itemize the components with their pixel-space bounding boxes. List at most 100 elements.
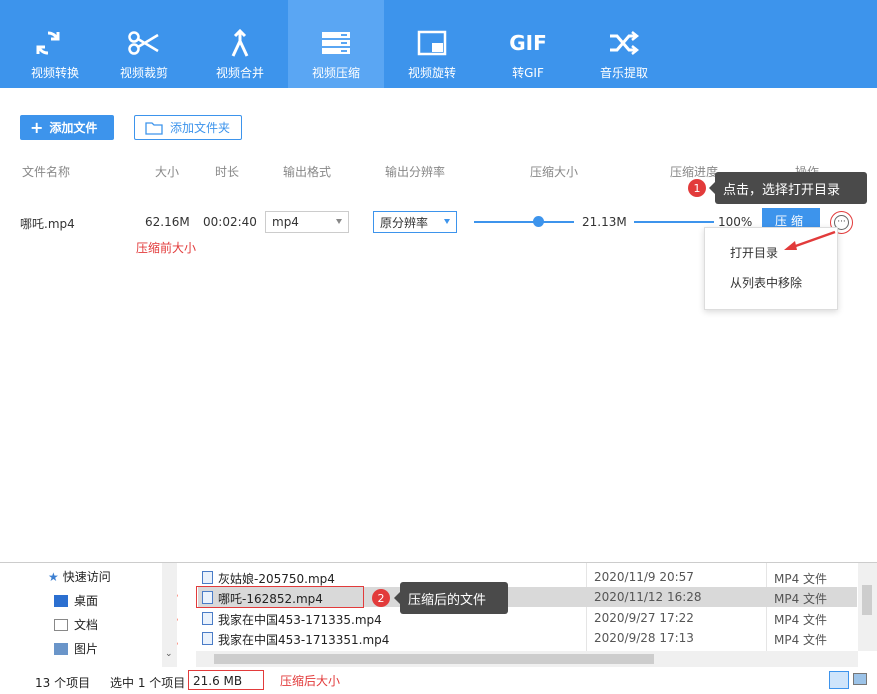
tool-label: 转GIF <box>512 66 544 80</box>
nav-desktop[interactable]: 桌面 <box>54 592 98 609</box>
tool-music-extract[interactable]: 音乐提取 <box>576 0 672 88</box>
tool-label: 视频压缩 <box>311 66 360 80</box>
header-size: 大小 <box>155 165 180 179</box>
step1-text: 点击，选择打开目录 <box>723 182 841 198</box>
video-file-icon <box>202 632 213 645</box>
nav-label: 图片 <box>74 642 99 656</box>
menu-item-open-directory[interactable]: 打开目录 <box>730 244 778 261</box>
large-icons-view-icon[interactable] <box>853 673 867 685</box>
tool-video-compress[interactable]: 视频压缩 <box>288 0 384 88</box>
tool-video-convert[interactable]: 视频转换 <box>0 0 96 88</box>
format-select[interactable]: mp4 <box>265 211 349 233</box>
tool-video-rotate[interactable]: 视频旋转 <box>384 0 480 88</box>
highlight-box <box>196 586 364 608</box>
tool-label: 视频旋转 <box>407 66 456 80</box>
tool-label: 视频转换 <box>30 66 79 80</box>
main-toolbar: 视频转换 视频裁剪 视频合并 视频压缩 视频旋转 GIF 转GIF 音乐提取 <box>0 0 877 88</box>
file-date: 2020/9/28 17:13 <box>594 631 694 645</box>
header-format: 输出格式 <box>283 165 332 179</box>
step-badge-1: 1 <box>688 179 706 197</box>
plus-icon: + <box>30 117 44 137</box>
nav-label: 快速访问 <box>62 570 111 584</box>
step-badge-2: 2 <box>372 589 390 607</box>
add-folder-label: 添加文件夹 <box>170 121 231 135</box>
tool-label: 音乐提取 <box>599 66 648 80</box>
selected-size: 21.6 MB <box>193 674 243 688</box>
file-date: 2020/11/9 20:57 <box>594 570 694 584</box>
star-icon: ★ <box>48 569 59 584</box>
add-file-label: 添加文件 <box>49 121 98 135</box>
nav-scrollbar[interactable]: ⌄ <box>162 563 177 667</box>
nav-label: 桌面 <box>74 594 99 608</box>
file-date: 2020/11/12 16:28 <box>594 590 702 604</box>
file-row[interactable]: 我家在中国453-1713351.mp4 2020/9/28 17:13 MP4… <box>198 628 857 648</box>
compression-slider-handle[interactable] <box>533 216 544 227</box>
file-name: 哪吒.mp4 <box>20 217 75 231</box>
selected-count: 选中 1 个项目 <box>110 676 186 690</box>
format-value: mp4 <box>272 215 299 229</box>
red-arrow-annotation <box>784 230 836 250</box>
resolution-value: 原分辨率 <box>380 215 429 230</box>
tool-video-crop[interactable]: 视频裁剪 <box>96 0 192 88</box>
compression-slider[interactable] <box>474 221 574 223</box>
nav-pictures[interactable]: 图片 <box>54 640 98 657</box>
horizontal-scrollbar[interactable] <box>196 651 858 667</box>
file-type: MP4 文件 <box>774 613 828 627</box>
file-list-scrollbar[interactable] <box>858 563 877 651</box>
file-type: MP4 文件 <box>774 633 828 647</box>
nav-quick-access[interactable]: ★ 快速访问 <box>48 568 111 585</box>
after-size-annotation: 压缩后大小 <box>280 674 341 688</box>
scrollbar-thumb[interactable] <box>862 585 872 615</box>
file-size: 62.16M <box>145 215 190 229</box>
menu-item-remove-from-list[interactable]: 从列表中移除 <box>730 274 802 291</box>
file-name: 我家在中国453-171335.mp4 <box>218 613 382 627</box>
before-size-annotation: 压缩前大小 <box>136 241 197 255</box>
tool-video-merge[interactable]: 视频合并 <box>192 0 288 88</box>
step1-tooltip: 点击，选择打开目录 <box>709 172 867 204</box>
chevron-down-icon <box>336 219 342 224</box>
header-resolution: 输出分辨率 <box>385 165 446 179</box>
merge-icon <box>227 28 253 58</box>
file-date: 2020/9/27 17:22 <box>594 611 694 625</box>
gif-icon: GIF <box>509 28 547 58</box>
navigation-pane: ★ 快速访问 桌面 📌 文档 📌 图片 📌 <box>20 563 178 667</box>
desktop-icon <box>54 594 68 607</box>
scissors-icon <box>127 28 161 58</box>
header-filename: 文件名称 <box>22 165 71 179</box>
file-row[interactable]: 灰姑娘-205750.mp4 2020/11/9 20:57 MP4 文件 <box>198 567 857 587</box>
compress-icon <box>321 28 351 58</box>
chevron-down-icon: ⌄ <box>165 649 173 659</box>
header-duration: 时长 <box>215 165 240 179</box>
video-file-icon <box>202 612 213 625</box>
file-name: 我家在中国453-1713351.mp4 <box>218 633 390 647</box>
compressed-size: 21.13M <box>582 215 627 229</box>
details-view-icon[interactable] <box>829 671 849 689</box>
nav-documents[interactable]: 文档 <box>54 616 98 633</box>
file-type: MP4 文件 <box>774 572 828 586</box>
file-row[interactable]: 我家在中国453-171335.mp4 2020/9/27 17:22 MP4 … <box>198 608 857 628</box>
add-folder-button[interactable]: 添加文件夹 <box>134 115 242 140</box>
file-type: MP4 文件 <box>774 592 828 606</box>
file-duration: 00:02:40 <box>203 215 257 229</box>
scrollbar-thumb[interactable] <box>214 654 654 664</box>
shuffle-icon <box>608 28 640 58</box>
video-file-icon <box>202 571 213 584</box>
file-explorer: ★ 快速访问 桌面 📌 文档 📌 图片 📌 ⌄ 灰姑娘-205750.mp4 2… <box>0 562 877 694</box>
resolution-select[interactable]: 原分辨率 <box>373 211 457 233</box>
refresh-icon <box>34 28 62 58</box>
chevron-down-icon <box>444 219 450 224</box>
item-count: 13 个项目 <box>35 676 91 690</box>
tool-label: 视频合并 <box>215 66 264 80</box>
rotate-icon <box>417 28 447 58</box>
progress-bar <box>634 221 714 223</box>
add-file-button[interactable]: + 添加文件 <box>20 115 114 140</box>
tool-to-gif[interactable]: GIF 转GIF <box>480 0 576 88</box>
picture-icon <box>54 642 68 655</box>
step2-tooltip: 压缩后的文件 <box>394 582 508 614</box>
header-progress: 压缩进度 <box>670 165 719 179</box>
status-bar: 13 个项目 选中 1 个项目 21.6 MB 压缩后大小 <box>0 667 877 694</box>
document-icon <box>54 618 68 631</box>
tool-label: 视频裁剪 <box>119 66 168 80</box>
step2-text: 压缩后的文件 <box>408 592 487 608</box>
folder-icon <box>145 121 163 135</box>
